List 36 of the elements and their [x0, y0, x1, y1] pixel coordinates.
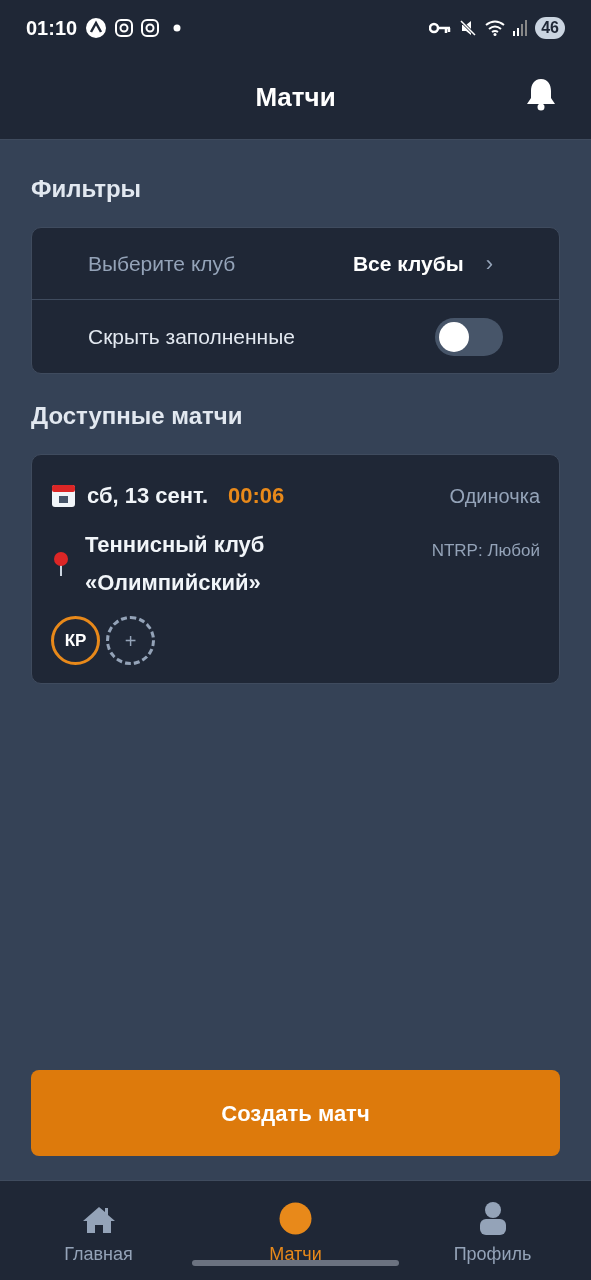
section-title: Доступные матчи	[31, 401, 244, 431]
mute-icon	[459, 18, 478, 37]
match-date: сб, 13 сент.	[87, 482, 209, 510]
match-card[interactable]: сб, 13 сент. 00:06 Одиночка Теннисный клуб «Олимпийский» NTRP: Любой КР +	[31, 454, 560, 684]
app-icon	[85, 16, 108, 39]
ball-icon	[279, 1202, 312, 1235]
screen-title: Матчи	[255, 80, 336, 114]
player-avatar: КР	[51, 616, 100, 665]
create-match-button[interactable]: Создать матч	[31, 1070, 560, 1156]
club-selector[interactable]: Выберите клуб Все клубы ›	[32, 228, 559, 300]
bell-icon[interactable]	[525, 77, 557, 111]
person-icon	[478, 1201, 507, 1235]
club-label: Выберите клуб	[88, 250, 237, 277]
camera-icon	[115, 18, 134, 37]
status-time: 01:10	[26, 15, 78, 41]
camera-icon	[141, 18, 160, 37]
club-name: Теннисный клуб «Олимпийский»	[85, 531, 266, 597]
club-value: Все клубы	[352, 250, 464, 277]
section-title: Фильтры	[31, 174, 143, 204]
chevron-icon: ›	[485, 247, 493, 280]
key-icon	[429, 21, 452, 34]
nav-tab[interactable]: Матчи	[197, 1181, 394, 1280]
toggle-label: Скрыть заполненные	[88, 323, 296, 350]
toggle-switch[interactable]	[435, 317, 503, 356]
signal-icon	[513, 19, 528, 36]
ntrp-level: NTRP: Любой	[431, 540, 540, 562]
match-time: 00:06	[228, 482, 285, 510]
wifi-icon	[485, 19, 506, 36]
nav-tab[interactable]: Главная	[0, 1181, 197, 1280]
dot-icon	[173, 23, 182, 32]
battery-indicator: 46	[535, 16, 565, 39]
add-player-button[interactable]: +	[106, 616, 155, 665]
nav-tab[interactable]: Профиль	[394, 1181, 591, 1280]
calendar-icon	[51, 483, 76, 508]
pin-icon	[51, 551, 71, 577]
match-type: Одиночка	[449, 483, 540, 509]
